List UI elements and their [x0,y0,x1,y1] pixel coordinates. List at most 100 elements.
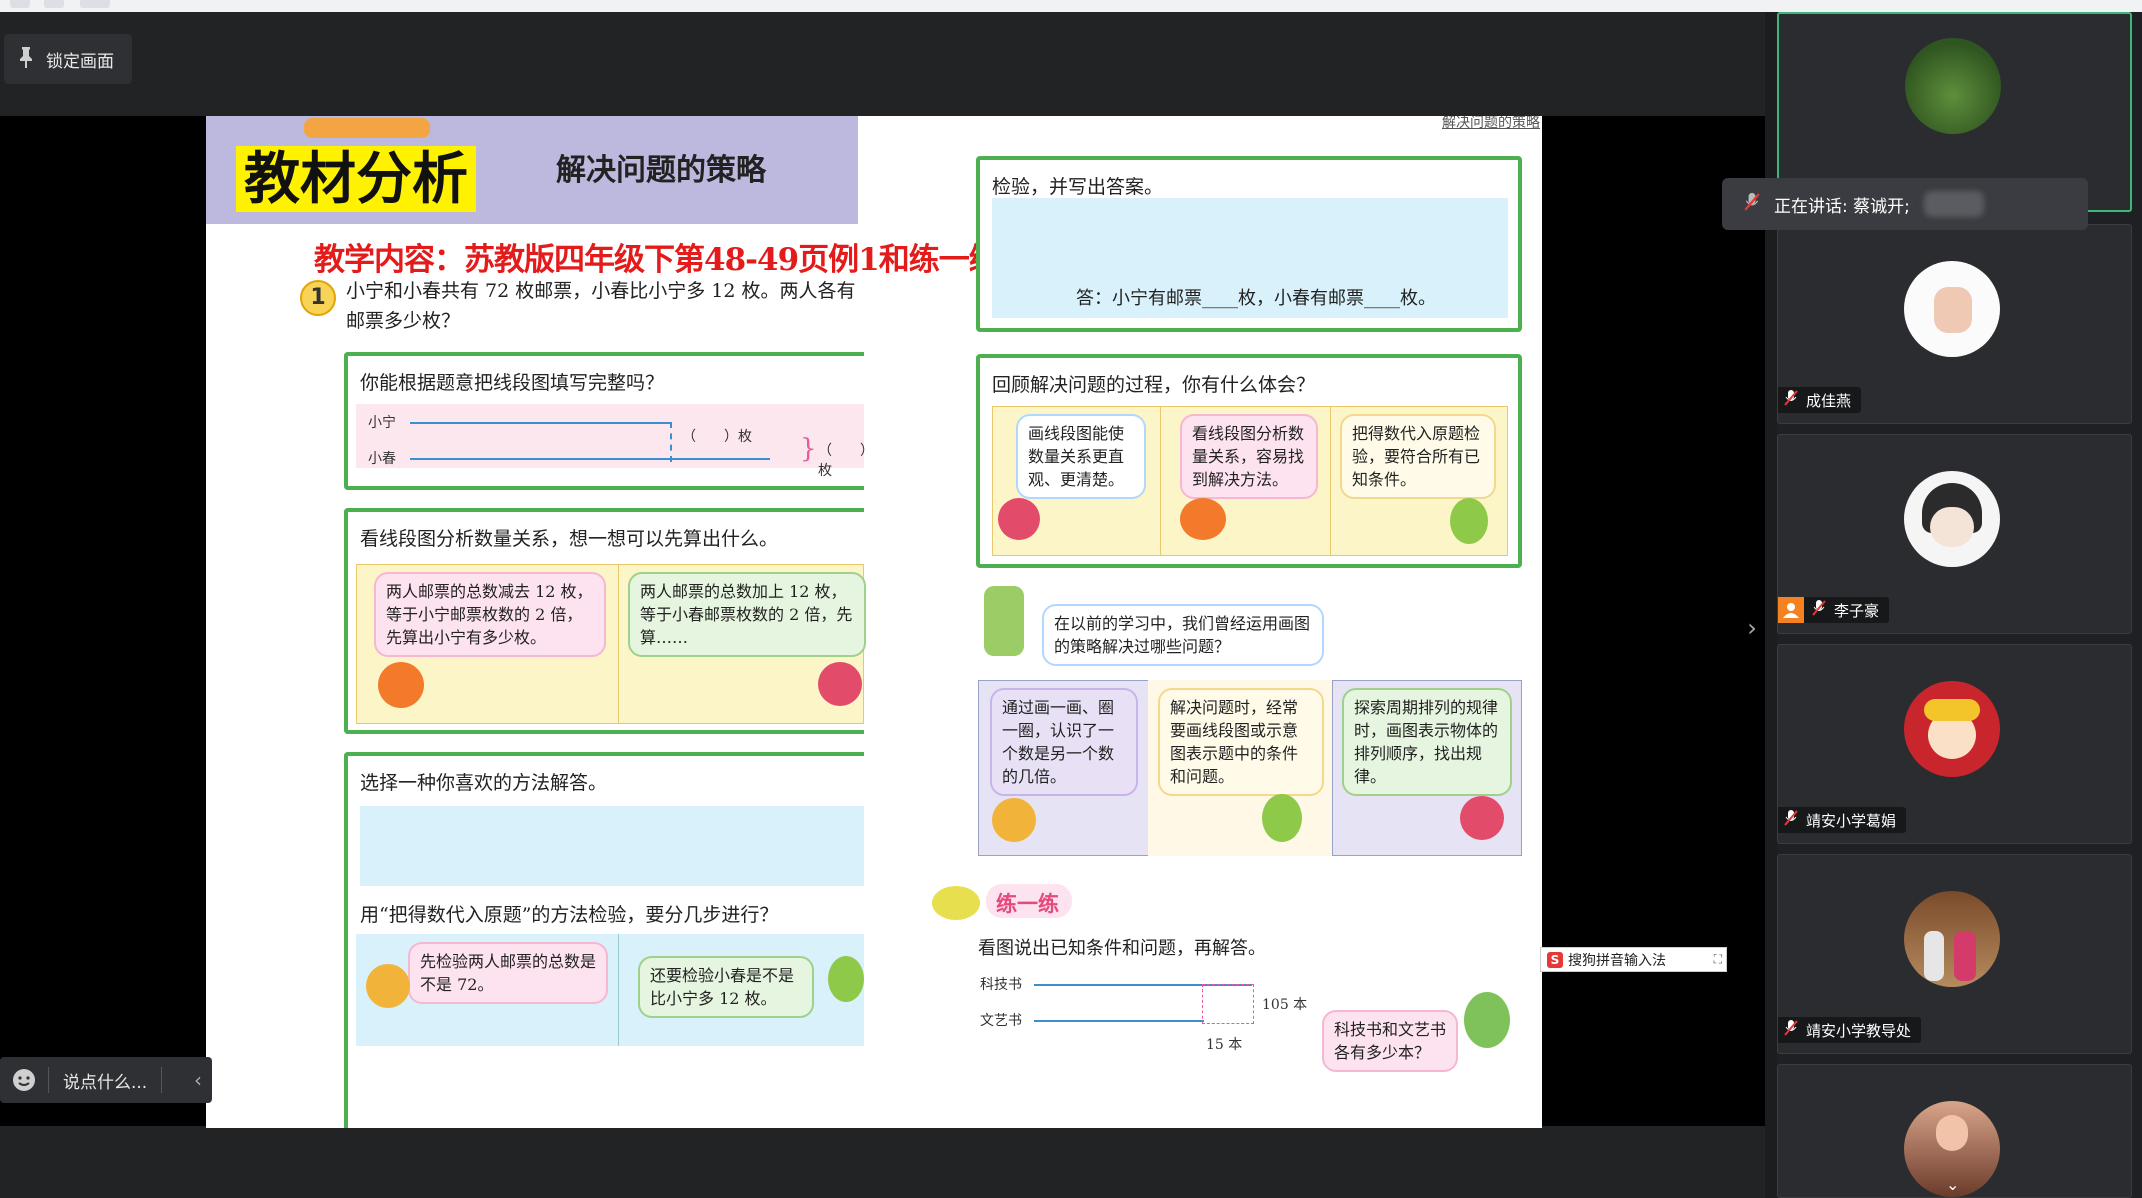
sogou-icon: S [1547,951,1563,968]
participant-nametag: 李子豪 [1778,597,1890,623]
mic-muted-icon [1784,389,1798,411]
tomato-mascot [1180,498,1226,540]
lock-screen-button[interactable]: 锁定画面 [4,34,132,84]
pepper-mascot [1450,498,1488,544]
practice-total: 105 本 [1262,997,1308,1013]
mic-muted-icon [1784,809,1798,831]
mushroom-mascot [992,798,1036,842]
seg-brace-label-1: （ ）枚 [682,429,752,445]
radish-mascot [998,498,1040,540]
past-point-1: 通过画一画、圈一圈，认识了一个数是另一个数的几倍。 [990,688,1138,796]
seg-label-xiaoning: 小宁 [368,415,396,431]
bubble-add: 两人邮票的总数加上 12 枚，等于小春邮票枚数的 2 倍，先算…… [628,572,866,657]
practice-label: 练一练 [996,892,1059,916]
box-title: 看线段图分析数量关系，想一想可以先算出什么。 [360,528,779,550]
box-title: 选择一种你喜欢的方法解答。 [360,772,608,794]
pepper-mascot [1262,794,1302,842]
snail-mascot [932,886,980,920]
seg-label-xiaochun: 小春 [368,451,396,467]
radish-mascot [1460,796,1504,840]
chevron-right-icon[interactable]: › [1742,614,1762,644]
window-tab[interactable] [44,0,64,8]
grasshopper-mascot [984,586,1024,656]
participant-tile[interactable]: 李子豪 [1777,434,2132,634]
review-point-3: 把得数代入原题检验，要符合所有已知条件。 [1340,414,1496,499]
participant-tile[interactable]: ⌄ [1777,1064,2132,1198]
participant-name: 靖安小学教导处 [1806,1021,1912,1040]
chat-input-bar[interactable]: 说点什么... ‹ [0,1057,212,1103]
ime-label: 搜狗拼音输入法 [1568,952,1666,969]
pepper-mascot [828,956,864,1002]
chevron-down-icon[interactable]: ⌄ [1946,1175,1959,1194]
participant-nametag: 靖安小学教导处 [1778,1017,1922,1043]
speaking-indicator: 正在讲话: 蔡诚开; [1722,178,2088,230]
ime-toolbar[interactable]: S 搜狗拼音输入法 ⛶ [1540,947,1727,972]
lock-screen-label: 锁定画面 [46,51,114,72]
top-window-strip [0,0,2142,12]
page-header: 解决问题的策略 [1442,116,1540,131]
participant-tile[interactable]: 成佳燕 [1777,224,2132,424]
chevron-left-icon[interactable]: ‹ [184,1068,212,1092]
bubble-check-diff: 还要检验小春是不是比小宁多 12 枚。 [638,956,814,1018]
answer-area [360,806,864,886]
question-text: 小宁和小春共有 72 枚邮票，小春比小宁多 12 枚。两人各有邮票多少枚？ [346,280,856,332]
avatar [1904,471,2000,567]
segment-diagram-box: 你能根据题意把线段图填写完整吗？ 小宁 小春 （ ）枚 } （ ）枚 [344,352,874,490]
emoji-icon[interactable] [0,1068,48,1092]
practice-diff: 15 本 [1206,1037,1243,1053]
mic-muted-icon [1744,191,1760,218]
avatar [1905,38,2001,134]
question-number: 1 [300,280,336,316]
solve-box: 选择一种你喜欢的方法解答。 用“把得数代入原题”的方法检验，要分几步进行？ 先检… [344,752,864,1128]
ime-expand-icon[interactable]: ⛶ [1714,952,1722,967]
window-tab[interactable] [10,0,30,8]
box-title: 回顾解决问题的过程，你有什么体会？ [992,374,1316,396]
mic-muted-icon [1812,599,1826,621]
analysis-box: 看线段图分析数量关系，想一想可以先算出什么。 两人邮票的总数减去 12 枚，等于… [344,508,866,734]
separator [161,1067,163,1093]
practice-label-keji: 科技书 [980,977,1022,993]
banner-title: 教材分析 [236,146,476,212]
difference-box [1202,984,1254,1024]
box-title: 检验，并写出答案。 [992,176,1164,198]
review-box: 回顾解决问题的过程，你有什么体会？ 画线段图能使数量关系更直观、更清楚。 看线段… [976,354,1522,568]
seg-brace-label-2: （ ）枚 [818,443,874,479]
window-tab[interactable] [80,0,110,8]
participant-tile[interactable]: 靖安小学教导处 [1777,854,2132,1054]
seg-brace: } [800,434,817,464]
speaking-label: 正在讲话: 蔡诚开; [1774,196,1910,217]
cell-divider [1160,406,1161,556]
box-title: 你能根据题意把线段图填写完整吗？ [360,372,665,394]
answer-line: 答：小宁有邮票____枚，小春有邮票____枚。 [1076,288,1436,309]
radish-mascot [818,662,862,706]
bubble-subtract: 两人邮票的总数减去 12 枚，等于小宁邮票枚数的 2 倍，先算出小宁有多少枚。 [374,572,606,657]
participant-tile[interactable]: 靖安小学葛娟 [1777,644,2132,844]
cell-divider [1330,406,1331,556]
blurred-name [1923,191,1984,217]
shared-slide: 教材分析 解决问题的策略 解决问题的策略 教学内容：苏教版四年级下第48-49页… [206,116,1542,1128]
cell-divider [618,934,619,1046]
check-title: 用“把得数代入原题”的方法检验，要分几步进行？ [360,904,779,926]
avatar [1904,891,2000,987]
review-point-1: 画线段图能使数量关系更直观、更清楚。 [1016,414,1146,499]
banner-tab [304,118,430,138]
banner-subtitle: 解决问题的策略 [556,153,766,188]
segment-wenyi [1034,1020,1204,1022]
slide-banner: 教材分析 解决问题的策略 [206,116,858,224]
past-point-3: 探索周期排列的规律时，画图表示物体的排列顺序，找出规律。 [1342,688,1512,796]
mic-muted-icon [1784,1019,1798,1041]
chat-placeholder[interactable]: 说点什么... [49,1068,161,1093]
past-question-bubble: 在以前的学习中，我们曾经运用画图的策略解决过哪些问题？ [1042,604,1324,666]
cell-divider [618,564,619,724]
past-point-2: 解决问题时，经常要画线段图或示意图表示题中的条件和问题。 [1158,688,1324,796]
participant-nametag: 成佳燕 [1778,387,1862,413]
participant-nametag: 靖安小学葛娟 [1778,807,1907,833]
practice-question: 看图说出已知条件和问题，再解答。 [978,938,1266,959]
user-badge-icon [1778,597,1804,623]
tomato-mascot [378,662,424,708]
participant-name: 成佳燕 [1806,391,1852,410]
avatar [1904,681,2000,777]
practice-label-wenyi: 文艺书 [980,1013,1022,1029]
segment-xiaochun [410,458,770,460]
participant-name: 李子豪 [1834,601,1880,620]
